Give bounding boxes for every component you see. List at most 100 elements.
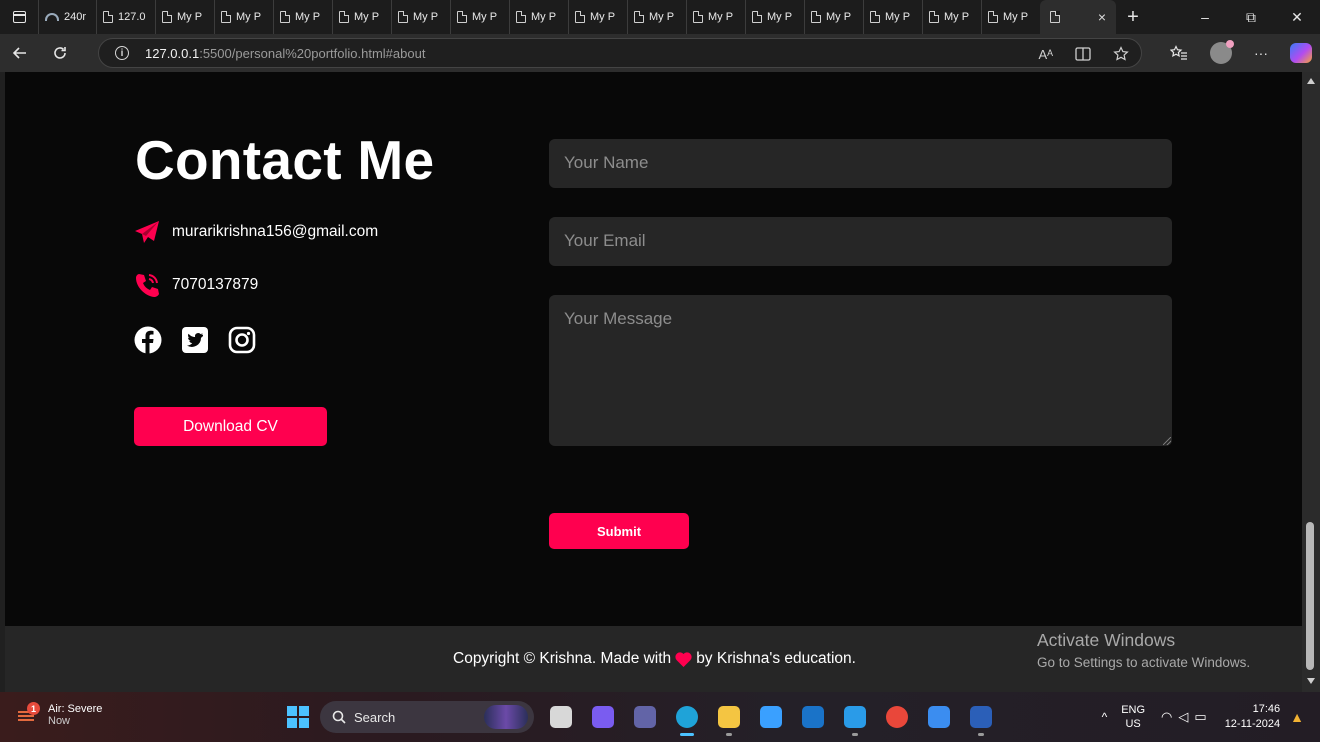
name-placeholder: Your Name	[564, 153, 649, 172]
browser-tab-strip: 240r 127.0 My P My P My P My P My P My P My P My …	[0, 0, 1320, 34]
browser-tab[interactable]: My P	[804, 0, 863, 34]
weather-widget[interactable]: 1 Air: Severe Now	[18, 702, 103, 727]
message-textarea[interactable]: Your Message	[549, 295, 1172, 446]
back-arrow-icon	[12, 47, 26, 59]
teams-icon[interactable]	[629, 700, 661, 734]
clock[interactable]: 17:46 12-11-2024	[1225, 702, 1280, 732]
edge-icon[interactable]	[671, 700, 703, 736]
watermark-subtitle: Go to Settings to activate Windows.	[1037, 655, 1251, 670]
favorites-icon[interactable]	[1170, 45, 1188, 61]
email-text[interactable]: murarikrishna156@gmail.com	[172, 223, 378, 241]
browser-tab[interactable]: My P	[745, 0, 804, 34]
profile-avatar-icon[interactable]	[1210, 40, 1234, 64]
page-icon	[516, 11, 526, 23]
email-row: murarikrishna156@gmail.com	[134, 219, 378, 245]
minimize-button[interactable]: –	[1182, 9, 1228, 25]
textarea-resize-handle[interactable]	[1163, 437, 1171, 445]
copilot-icon[interactable]	[1290, 43, 1312, 63]
browser-tab[interactable]: My P	[922, 0, 981, 34]
taskbar-search[interactable]: Search	[320, 701, 534, 733]
restore-button[interactable]: ⧉	[1228, 9, 1274, 26]
close-window-button[interactable]: ✕	[1274, 9, 1320, 26]
browser-tab[interactable]: 127.0	[96, 0, 155, 34]
notification-bell-icon[interactable]: ▲	[1290, 709, 1304, 725]
tab-actions-button[interactable]	[0, 0, 38, 34]
browser-tab[interactable]: My P	[568, 0, 627, 34]
store-icon[interactable]	[755, 700, 787, 734]
download-cv-button[interactable]: Download CV	[134, 407, 327, 446]
show-hidden-icons-chevron-icon[interactable]: ^	[1102, 710, 1108, 724]
language-indicator[interactable]: ENG US	[1121, 703, 1145, 731]
browser-tab[interactable]: My P	[686, 0, 745, 34]
file-explorer-icon[interactable]	[713, 700, 745, 736]
read-aloud-icon[interactable]: Aᴬ	[1038, 47, 1053, 62]
weather-title: Air: Severe	[48, 703, 103, 715]
wifi-icon: ◠	[1161, 709, 1179, 724]
wifi-volume-battery-icons[interactable]: ◠◁▭	[1161, 709, 1213, 725]
browser-tab[interactable]: My P	[509, 0, 568, 34]
scroll-up-arrow-icon[interactable]	[1307, 78, 1315, 84]
site-info-icon[interactable]: i	[115, 46, 129, 60]
message-placeholder: Your Message	[564, 309, 673, 328]
page-icon	[693, 11, 703, 23]
task-view-icon[interactable]	[545, 700, 577, 734]
facebook-icon[interactable]	[134, 326, 162, 354]
phone-text[interactable]: 7070137879	[172, 276, 258, 294]
immersive-reader-icon[interactable]	[1075, 47, 1091, 61]
address-bar[interactable]: i 127.0.0.1:5500/personal%20portfolio.ht…	[98, 38, 1142, 68]
tab-label: My P	[472, 11, 498, 23]
page-icon	[398, 11, 408, 23]
tab-label: 127.0	[118, 11, 146, 23]
browser-tab[interactable]: My P	[450, 0, 509, 34]
keyboard-region: US	[1125, 718, 1141, 730]
page-icon	[103, 11, 113, 23]
browser-tab[interactable]: My P	[981, 0, 1040, 34]
browser-tab[interactable]: My P	[332, 0, 391, 34]
browser-toolbar: i 127.0.0.1:5500/personal%20portfolio.ht…	[0, 34, 1320, 72]
start-button-windows-icon[interactable]	[287, 706, 309, 728]
back-button[interactable]	[0, 34, 40, 72]
scroll-down-arrow-icon[interactable]	[1307, 678, 1315, 684]
instagram-icon[interactable]	[228, 326, 256, 354]
watermark-title: Activate Windows	[1037, 630, 1176, 650]
browser-tab[interactable]: My P	[273, 0, 332, 34]
copyright-suffix: by Krishna's education.	[696, 650, 856, 667]
copyright-prefix: Copyright © Krishna. Made with	[453, 650, 672, 667]
twitter-icon[interactable]	[181, 326, 209, 354]
heart-icon	[675, 651, 692, 667]
page-icon	[575, 11, 585, 23]
submit-button[interactable]: Submit	[549, 513, 689, 549]
outlook-icon[interactable]	[797, 700, 829, 734]
clock-time: 17:46	[1252, 703, 1281, 715]
browser-tab[interactable]: 240r	[38, 0, 96, 34]
browser-tab[interactable]: My P	[863, 0, 922, 34]
chrome-icon[interactable]	[881, 700, 913, 734]
scroll-thumb[interactable]	[1306, 522, 1314, 670]
weather-subtitle: Now	[48, 715, 71, 727]
browser-tab[interactable]: My P	[155, 0, 214, 34]
new-tab-button[interactable]: +	[1116, 6, 1150, 29]
vertical-scrollbar[interactable]	[1302, 72, 1320, 692]
photos-icon[interactable]	[923, 700, 955, 734]
tab-active[interactable]: ×	[1040, 0, 1116, 34]
tab-label: My P	[236, 11, 262, 23]
search-icon	[332, 710, 346, 724]
reload-button[interactable]	[40, 34, 80, 72]
favorite-star-icon[interactable]	[1113, 46, 1129, 62]
more-options-icon[interactable]: ···	[1254, 45, 1268, 61]
browser-tab[interactable]: My P	[627, 0, 686, 34]
email-input[interactable]: Your Email	[549, 217, 1172, 266]
tab-label: My P	[649, 11, 675, 23]
browser-tab[interactable]: My P	[391, 0, 450, 34]
word-icon[interactable]	[965, 700, 997, 736]
tab-label: My P	[177, 11, 203, 23]
vscode-icon[interactable]	[839, 700, 871, 736]
paper-plane-icon	[134, 219, 160, 245]
page-icon	[870, 11, 880, 23]
url-text[interactable]: 127.0.0.1:5500/personal%20portfolio.html…	[145, 46, 425, 61]
close-tab-button[interactable]: ×	[1098, 9, 1112, 25]
copilot-app-icon[interactable]	[587, 700, 619, 734]
browser-tab[interactable]: My P	[214, 0, 273, 34]
name-input[interactable]: Your Name	[549, 139, 1172, 188]
tab-label: My P	[531, 11, 557, 23]
